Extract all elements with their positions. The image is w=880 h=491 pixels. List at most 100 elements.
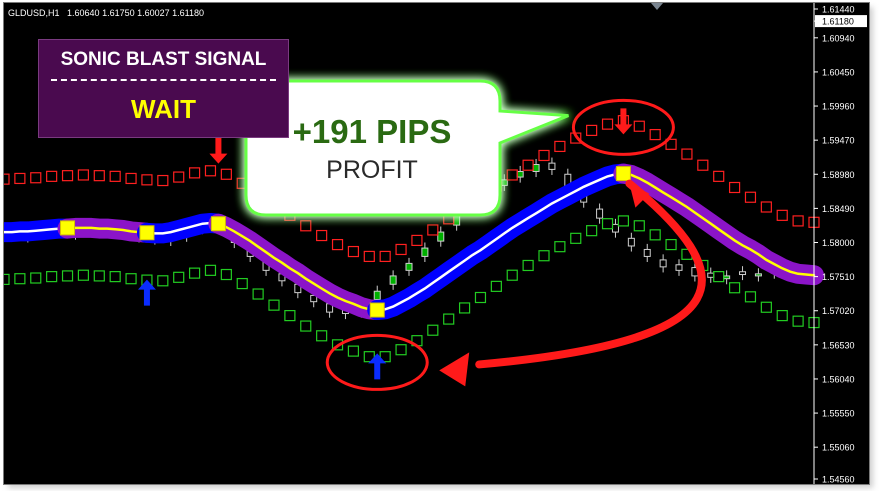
upper_band-marker	[173, 171, 185, 183]
candle-body	[739, 271, 747, 276]
upper_band-marker	[681, 148, 693, 160]
candle-body	[611, 223, 619, 233]
candle-body	[675, 264, 683, 271]
lower_band-marker	[204, 264, 217, 276]
lower_band-marker	[427, 324, 439, 336]
lower_band-marker	[109, 271, 121, 283]
price-tick-label: 1.59470	[822, 136, 855, 146]
upper_band-marker	[506, 169, 518, 181]
lower_band-marker	[649, 229, 661, 241]
candle-body	[596, 208, 604, 219]
upper_band-marker	[316, 229, 328, 242]
lower_band-marker	[236, 277, 248, 290]
signal-status: WAIT	[131, 94, 196, 124]
upper_band-marker	[347, 245, 360, 258]
upper_band-marker	[188, 167, 201, 179]
upper_band-marker	[61, 170, 74, 182]
price-tick-label: 1.58980	[822, 170, 855, 180]
upper_band-marker	[744, 191, 757, 203]
lower_band-marker	[776, 310, 788, 322]
lower_band-marker	[617, 215, 630, 227]
lower_band-marker	[554, 241, 566, 253]
price-tick-label: 1.56040	[822, 374, 855, 384]
lower_band-marker	[284, 310, 296, 322]
lower_band-marker	[522, 259, 534, 272]
lower_band-marker	[46, 271, 58, 283]
candle-body	[723, 275, 731, 280]
lower_band-marker	[474, 291, 487, 304]
profit-arrowhead-icon	[439, 352, 470, 387]
lower_band-marker	[30, 272, 42, 284]
lower_band-marker	[173, 271, 185, 283]
upper_band-marker	[538, 149, 550, 162]
upper_band-marker	[30, 172, 42, 184]
upper_band-marker	[522, 159, 534, 171]
ma-band-down	[613, 163, 824, 286]
upper_band-marker	[109, 170, 121, 182]
candle-body	[453, 215, 461, 226]
candle-body	[437, 231, 445, 242]
profit-callout-text: +191 PIPS PROFIT	[252, 113, 492, 185]
upper_band-marker	[792, 215, 804, 227]
lower_band-marker	[728, 282, 741, 294]
upper_band-marker	[363, 250, 375, 263]
symbol-quote-line: GLDUSD,H1 1.60640 1.61750 1.60027 1.6118…	[8, 8, 204, 18]
price-tick-label: 1.55550	[822, 409, 855, 419]
price-tick-label: 1.60450	[822, 67, 855, 77]
lower_band-marker	[188, 267, 201, 279]
lower_band-marker	[760, 301, 772, 313]
lower_band-marker	[792, 315, 804, 327]
upper_band-marker	[220, 168, 232, 180]
current-price-label: 1.61180	[822, 17, 854, 27]
lower_band-marker	[4, 273, 10, 285]
price-tick-label: 1.58000	[822, 238, 855, 248]
lower_band-marker	[506, 269, 518, 281]
upper_band-marker	[411, 234, 423, 247]
lower_band-marker	[586, 225, 598, 237]
candle-body	[500, 179, 508, 186]
upper_band-marker	[728, 181, 741, 194]
upper_band-marker	[395, 243, 407, 256]
candle-body	[754, 273, 762, 277]
lower_band-marker	[252, 288, 264, 300]
lower_band-marker	[713, 271, 725, 283]
upper_band-marker	[77, 169, 90, 181]
profit-arrow-line	[475, 179, 706, 369]
lower_band-marker	[744, 291, 757, 303]
candle-body	[532, 164, 540, 172]
buy-arrow-icon	[137, 279, 156, 306]
lower_band-marker	[395, 344, 407, 356]
price-tick-label: 1.61440	[822, 5, 855, 15]
price-tick-label: 1.57510	[822, 272, 855, 282]
candle-body	[659, 259, 667, 268]
upper_band-marker	[93, 170, 105, 182]
price-tick-label: 1.54560	[822, 475, 855, 485]
lower_band-marker	[458, 302, 471, 314]
candle-body	[373, 290, 381, 301]
lower_band-marker	[570, 232, 582, 244]
candle-body	[627, 237, 635, 247]
signal-point-marker	[210, 216, 226, 232]
upper_band-marker	[697, 159, 709, 171]
lower_band-marker	[665, 238, 677, 251]
upper_band-marker	[14, 172, 26, 185]
signal-panel-title: SONIC BLAST SIGNAL	[60, 49, 267, 70]
price-axis: 1.61440 1.61180 1.60940 1.60450 1.59960 1.594…	[813, 3, 867, 485]
sell-arrow-icon	[209, 137, 228, 164]
lower_band-marker	[633, 220, 645, 232]
signal-point-marker	[60, 220, 76, 236]
ohlc-quote: 1.60640 1.61750 1.60027 1.61180	[67, 8, 204, 18]
lower_band-marker	[268, 299, 280, 311]
price-tick-label: 1.56530	[822, 340, 855, 350]
symbol-label: GLDUSD,H1	[8, 8, 60, 18]
buy-arrow-icon	[368, 353, 387, 380]
lower_band-marker	[538, 250, 550, 262]
lower_band-marker	[443, 313, 455, 325]
signal-point-marker	[369, 302, 385, 318]
lower_band-marker	[347, 345, 360, 357]
upper_band-marker	[586, 124, 598, 137]
candle-body	[516, 170, 524, 178]
scroll-marker-icon[interactable]	[651, 3, 663, 10]
price-tick-label: 1.60940	[822, 33, 855, 43]
profit-pips: +191 PIPS	[292, 113, 452, 150]
